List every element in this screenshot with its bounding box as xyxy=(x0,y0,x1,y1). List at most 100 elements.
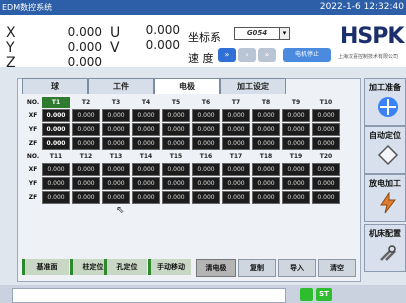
sidebar-item-discharge[interactable]: 放电加工 xyxy=(364,174,406,222)
table-cell[interactable]: 0.000 xyxy=(192,109,220,122)
column-header[interactable]: T5 xyxy=(162,97,190,108)
column-header[interactable]: T20 xyxy=(312,151,340,162)
coordsys-select[interactable]: G054 xyxy=(234,27,280,40)
table-cell[interactable]: 0.000 xyxy=(312,191,340,204)
table-cell[interactable]: 0.000 xyxy=(72,109,100,122)
table-cell[interactable]: 0.000 xyxy=(162,123,190,136)
table-cell[interactable]: 0.000 xyxy=(222,163,250,176)
column-header[interactable]: T18 xyxy=(252,151,280,162)
table-cell[interactable]: 0.000 xyxy=(252,163,280,176)
table-cell[interactable]: 0.000 xyxy=(132,191,160,204)
table-cell[interactable]: 0.000 xyxy=(252,177,280,190)
column-header[interactable]: T9 xyxy=(282,97,310,108)
table-cell[interactable]: 0.000 xyxy=(102,191,130,204)
table-cell[interactable]: 0.000 xyxy=(72,191,100,204)
table-cell[interactable]: 0.000 xyxy=(162,191,190,204)
table-cell[interactable]: 0.000 xyxy=(222,137,250,150)
table-cell[interactable]: 0.000 xyxy=(312,123,340,136)
clear-electrode-button[interactable]: 清电极 xyxy=(196,259,236,277)
table-cell[interactable]: 0.000 xyxy=(42,177,70,190)
table-cell[interactable]: 0.000 xyxy=(192,137,220,150)
column-header[interactable]: T14 xyxy=(132,151,160,162)
column-header[interactable]: T2 xyxy=(72,97,100,108)
table-cell[interactable]: 0.000 xyxy=(132,109,160,122)
speed-slow-button[interactable]: » xyxy=(258,48,276,62)
column-header[interactable]: T13 xyxy=(102,151,130,162)
table-cell[interactable]: 0.000 xyxy=(312,109,340,122)
column-header[interactable]: T7 xyxy=(222,97,250,108)
table-cell[interactable]: 0.000 xyxy=(102,137,130,150)
column-header[interactable]: T3 xyxy=(102,97,130,108)
table-cell[interactable]: 0.000 xyxy=(252,109,280,122)
table-cell[interactable]: 0.000 xyxy=(132,163,160,176)
table-cell[interactable]: 0.000 xyxy=(42,123,70,136)
table-cell[interactable]: 0.000 xyxy=(162,163,190,176)
clear-all-button[interactable]: 清空 xyxy=(318,259,356,277)
table-cell[interactable]: 0.000 xyxy=(42,163,70,176)
column-header[interactable]: T6 xyxy=(192,97,220,108)
sidebar-item-machine-config[interactable]: 机床配置 xyxy=(364,224,406,272)
copy-button[interactable]: 复制 xyxy=(238,259,276,277)
table-cell[interactable]: 0.000 xyxy=(72,123,100,136)
table-cell[interactable]: 0.000 xyxy=(132,177,160,190)
table-cell[interactable]: 0.000 xyxy=(282,109,310,122)
column-header[interactable]: T10 xyxy=(312,97,340,108)
table-cell[interactable]: 0.000 xyxy=(72,137,100,150)
tab-machining-settings[interactable]: 加工设定 xyxy=(220,78,286,94)
table-cell[interactable]: 0.000 xyxy=(252,191,280,204)
table-cell[interactable]: 0.000 xyxy=(72,163,100,176)
tab-ball[interactable]: 球 xyxy=(22,78,88,94)
column-header[interactable]: T8 xyxy=(252,97,280,108)
speed-medium-button[interactable]: › xyxy=(238,48,256,62)
column-header[interactable]: T19 xyxy=(282,151,310,162)
motor-stop-button[interactable]: 电机停止 xyxy=(283,48,331,62)
column-header[interactable]: T15 xyxy=(162,151,190,162)
column-header[interactable]: T1 xyxy=(42,97,70,108)
table-cell[interactable]: 0.000 xyxy=(42,137,70,150)
manual-move-button[interactable]: 手动移动 xyxy=(148,259,191,275)
table-cell[interactable]: 0.000 xyxy=(192,163,220,176)
column-header[interactable]: T12 xyxy=(72,151,100,162)
table-cell[interactable]: 0.000 xyxy=(312,137,340,150)
tab-electrode[interactable]: 电极 xyxy=(154,78,220,94)
table-cell[interactable]: 0.000 xyxy=(222,177,250,190)
table-cell[interactable]: 0.000 xyxy=(282,177,310,190)
table-cell[interactable]: 0.000 xyxy=(282,163,310,176)
table-cell[interactable]: 0.000 xyxy=(282,191,310,204)
table-cell[interactable]: 0.000 xyxy=(282,137,310,150)
table-cell[interactable]: 0.000 xyxy=(102,123,130,136)
base-plane-button[interactable]: 基准面 xyxy=(22,259,69,275)
table-cell[interactable]: 0.000 xyxy=(192,177,220,190)
table-cell[interactable]: 0.000 xyxy=(312,177,340,190)
table-cell[interactable]: 0.000 xyxy=(42,191,70,204)
table-cell[interactable]: 0.000 xyxy=(192,191,220,204)
column-header[interactable]: T11 xyxy=(42,151,70,162)
table-cell[interactable]: 0.000 xyxy=(222,123,250,136)
table-cell[interactable]: 0.000 xyxy=(102,177,130,190)
column-header[interactable]: T4 xyxy=(132,97,160,108)
speed-fast-button[interactable]: » xyxy=(218,48,236,62)
table-cell[interactable]: 0.000 xyxy=(72,177,100,190)
table-cell[interactable]: 0.000 xyxy=(192,123,220,136)
table-cell[interactable]: 0.000 xyxy=(102,109,130,122)
table-cell[interactable]: 0.000 xyxy=(162,137,190,150)
tab-workpiece[interactable]: 工件 xyxy=(88,78,154,94)
column-header[interactable]: T17 xyxy=(222,151,250,162)
table-cell[interactable]: 0.000 xyxy=(132,137,160,150)
table-cell[interactable]: 0.000 xyxy=(162,109,190,122)
table-cell[interactable]: 0.000 xyxy=(102,163,130,176)
table-cell[interactable]: 0.000 xyxy=(312,163,340,176)
sidebar-item-machining-prep[interactable]: 加工准备 xyxy=(364,78,406,126)
table-cell[interactable]: 0.000 xyxy=(252,137,280,150)
table-cell[interactable]: 0.000 xyxy=(282,123,310,136)
sidebar-item-auto-locate[interactable]: 自动定位 xyxy=(364,126,406,174)
table-cell[interactable]: 0.000 xyxy=(222,109,250,122)
hole-locate-button[interactable]: 孔定位 xyxy=(104,259,147,275)
table-cell[interactable]: 0.000 xyxy=(222,191,250,204)
column-header[interactable]: T16 xyxy=(192,151,220,162)
chevron-down-icon[interactable]: ▾ xyxy=(279,27,290,40)
table-cell[interactable]: 0.000 xyxy=(162,177,190,190)
table-cell[interactable]: 0.000 xyxy=(132,123,160,136)
table-cell[interactable]: 0.000 xyxy=(252,123,280,136)
table-cell[interactable]: 0.000 xyxy=(42,109,70,122)
